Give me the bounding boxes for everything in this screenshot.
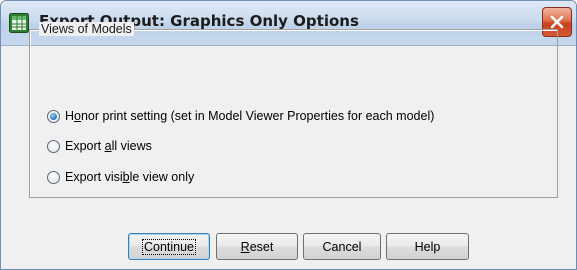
close-icon [550,15,564,29]
radio-button-selected[interactable] [47,109,60,123]
help-label: Help [414,239,441,254]
spss-table-icon [9,13,29,33]
radio-button[interactable] [47,139,60,153]
radio-honor-print-setting[interactable]: Honor print setting (set in Model Viewer… [47,108,434,124]
radio-export-all-views[interactable]: Export all views [47,138,152,154]
radio-label: Export all views [65,139,152,153]
radio-export-visible-view[interactable]: Export visible view only [47,169,194,185]
continue-label: Continue [141,238,197,255]
dialog-window: Export Output: Graphics Only Options Vie… [0,0,577,270]
cancel-button[interactable]: Cancel [303,233,381,260]
radio-label: Honor print setting (set in Model Viewer… [65,109,435,123]
group-legend: Views of Models [39,22,134,36]
radio-label: Export visible view only [65,170,195,184]
reset-button[interactable]: Reset [216,233,298,260]
help-button[interactable]: Help [386,233,469,260]
continue-button[interactable]: Continue [128,233,210,260]
radio-button[interactable] [47,170,60,184]
cancel-label: Cancel [322,239,362,254]
reset-label: Reset [240,239,274,254]
